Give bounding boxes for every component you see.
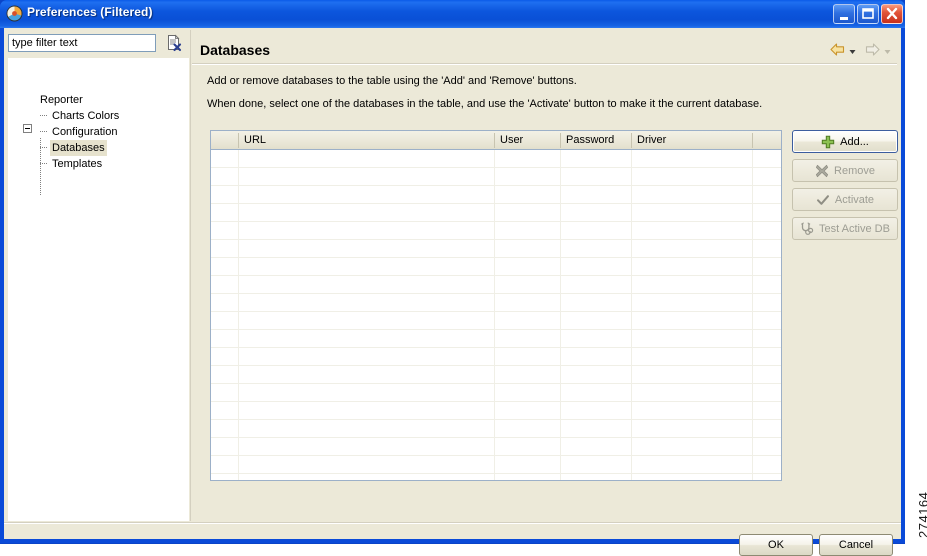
- tree-connector-line: [40, 147, 48, 148]
- table-row[interactable]: [211, 456, 781, 474]
- add-button-label: Add...: [840, 135, 869, 148]
- table-row[interactable]: [211, 330, 781, 348]
- preferences-tree[interactable]: Reporter Charts Colors Configuration Dat…: [8, 58, 189, 521]
- back-dropdown-chevron-down-icon[interactable]: [849, 46, 856, 54]
- test-active-db-button-label: Test Active DB: [819, 222, 890, 235]
- table-row[interactable]: [211, 186, 781, 204]
- table-header-cell-password[interactable]: Password: [561, 131, 631, 149]
- description-line-1: Add or remove databases to the table usi…: [207, 75, 577, 87]
- databases-page: Databases Add or remove databases to the…: [192, 30, 898, 521]
- table-header-cell-user[interactable]: User: [495, 131, 560, 149]
- table-header-cell-url[interactable]: URL: [239, 131, 494, 149]
- tree-item-reporter[interactable]: Reporter: [38, 92, 85, 108]
- tree-item-label: Templates: [52, 158, 103, 170]
- table-row[interactable]: [211, 276, 781, 294]
- preferences-window-icon: [6, 5, 23, 22]
- title-divider-highlight: [192, 64, 897, 65]
- column-grid-line: [238, 150, 239, 480]
- page-navigation: [829, 40, 891, 58]
- table-row[interactable]: [211, 222, 781, 240]
- table-row[interactable]: [211, 150, 781, 168]
- dialog-client-area: Reporter Charts Colors Configuration Dat…: [4, 28, 901, 556]
- table-row[interactable]: [211, 168, 781, 186]
- table-row[interactable]: [211, 348, 781, 366]
- forward-dropdown-chevron-down-icon: [884, 46, 891, 54]
- bottom-divider-highlight: [4, 523, 901, 524]
- column-grid-line: [752, 150, 753, 480]
- table-row[interactable]: [211, 420, 781, 438]
- maximize-button[interactable]: [857, 4, 879, 24]
- table-row[interactable]: [211, 402, 781, 420]
- sidebar-item-databases[interactable]: Databases: [50, 140, 107, 156]
- tree-expander-reporter[interactable]: [23, 124, 32, 133]
- table-row[interactable]: [211, 366, 781, 384]
- check-icon: [816, 193, 830, 207]
- table-row[interactable]: [211, 438, 781, 456]
- sidebar-item-configuration[interactable]: Configuration: [50, 124, 119, 140]
- remove-button-label: Remove: [834, 164, 875, 177]
- table-row[interactable]: [211, 258, 781, 276]
- column-grid-line: [560, 150, 561, 480]
- tree-connector-line: [40, 115, 48, 116]
- table-header-cell-blank-right[interactable]: [753, 131, 781, 149]
- tree-item-label: Reporter: [40, 94, 83, 106]
- close-button[interactable]: [881, 4, 903, 24]
- remove-button[interactable]: Remove: [792, 159, 898, 182]
- back-arrow-icon[interactable]: [829, 42, 846, 57]
- cancel-button-label: Cancel: [838, 539, 874, 551]
- activate-button-label: Activate: [834, 193, 875, 206]
- plus-icon: [821, 135, 835, 149]
- page-title: Databases: [200, 42, 271, 58]
- figure-number-text: 274164: [916, 491, 927, 538]
- table-row[interactable]: [211, 294, 781, 312]
- figure-number: 274164: [901, 468, 927, 542]
- stethoscope-icon: [800, 221, 814, 236]
- panel-divider: [190, 30, 191, 521]
- minimize-button[interactable]: [833, 4, 855, 24]
- preferences-window: Preferences (Filtered) type filter text …: [0, 0, 905, 556]
- add-button[interactable]: Add...: [792, 130, 898, 153]
- activate-button[interactable]: Activate: [792, 188, 898, 211]
- tree-item-label: Databases: [50, 140, 107, 156]
- table-header-row: URL User Password Driver: [211, 131, 781, 150]
- filter-input[interactable]: [8, 34, 156, 52]
- table-body[interactable]: [211, 150, 781, 480]
- ok-button-label: OK: [768, 539, 784, 551]
- tree-item-label: Charts Colors: [52, 110, 120, 122]
- x-mark-icon: [815, 164, 829, 178]
- table-row[interactable]: [211, 204, 781, 222]
- test-active-db-button[interactable]: Test Active DB: [792, 217, 898, 240]
- tree-item-label: Configuration: [52, 126, 118, 138]
- table-header-cell-driver[interactable]: Driver: [632, 131, 752, 149]
- sidebar-item-charts-colors[interactable]: Charts Colors: [50, 108, 121, 124]
- sidebar-item-templates[interactable]: Templates: [50, 156, 104, 172]
- clear-filter-icon[interactable]: [165, 34, 183, 52]
- column-grid-line: [631, 150, 632, 480]
- column-grid-line: [494, 150, 495, 480]
- tree-connector-line: [40, 163, 48, 164]
- table-row[interactable]: [211, 312, 781, 330]
- table-row[interactable]: [211, 384, 781, 402]
- cancel-button[interactable]: Cancel: [819, 534, 893, 556]
- table-header-cell-blank-left[interactable]: [211, 131, 239, 149]
- table-row[interactable]: [211, 240, 781, 258]
- databases-table[interactable]: URL User Password Driver: [210, 130, 782, 481]
- ok-button[interactable]: OK: [739, 534, 813, 556]
- tree-connector-line: [40, 131, 48, 132]
- description-line-2: When done, select one of the databases i…: [207, 98, 763, 110]
- window-title: Preferences (Filtered): [27, 5, 153, 19]
- forward-arrow-icon: [864, 42, 881, 57]
- title-bar: Preferences (Filtered): [0, 0, 905, 28]
